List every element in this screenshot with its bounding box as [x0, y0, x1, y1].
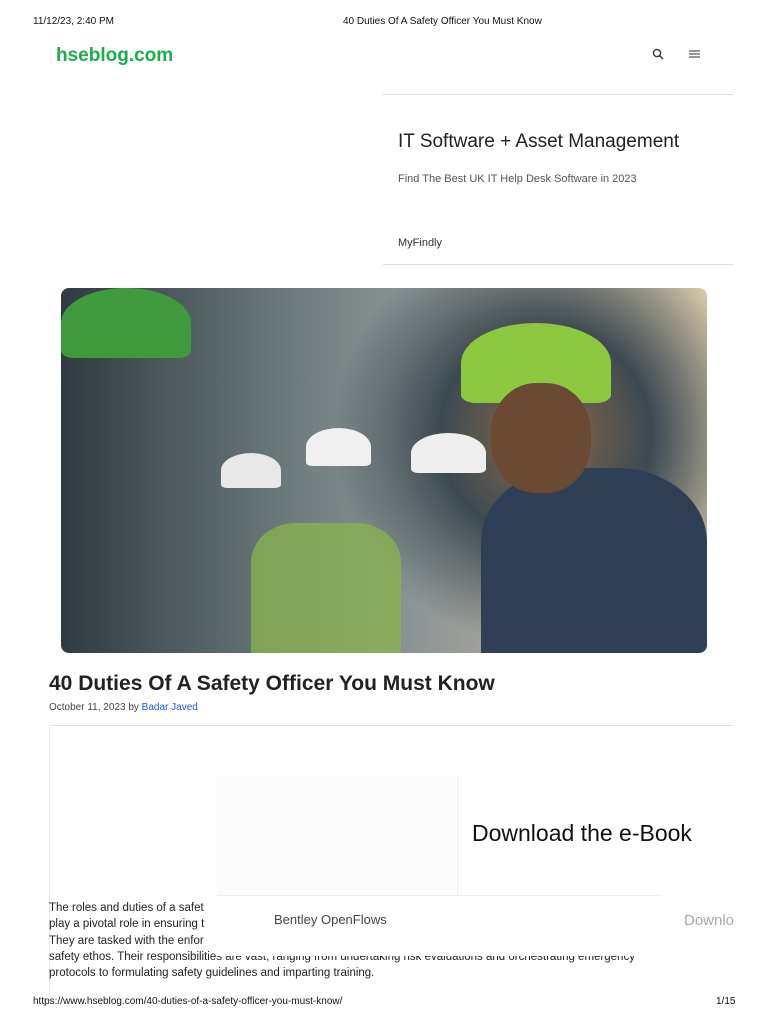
print-datetime: 11/12/23, 2:40 PM [33, 16, 114, 27]
ad-overlay-brand[interactable]: Bentley OpenFlows [274, 912, 387, 927]
hero-image [61, 288, 707, 653]
ad-divider [383, 94, 733, 95]
site-logo[interactable]: hseblog.com [56, 45, 173, 67]
menu-icon[interactable] [689, 47, 700, 63]
print-page-number: 1/15 [716, 996, 736, 1007]
print-page-title: 40 Duties Of A Safety Officer You Must K… [343, 16, 542, 27]
ad-overlay-divider [217, 895, 662, 896]
ad-brand[interactable]: MyFindly [398, 237, 442, 249]
ad-overlay-image[interactable] [217, 776, 458, 896]
ad-divider [383, 264, 733, 265]
byline-by: by [128, 702, 139, 713]
article-date: October 11, 2023 [49, 702, 126, 713]
ad-overlay-headline[interactable]: Download the e-Book [472, 820, 692, 847]
search-icon[interactable] [652, 47, 664, 63]
body-line: protocols to formulating safety guidelin… [49, 967, 375, 980]
print-url: https://www.hseblog.com/40-duties-of-a-s… [33, 996, 343, 1007]
ad-title[interactable]: IT Software + Asset Management [398, 131, 679, 153]
article-meta: October 11, 2023 by Badar Javed [49, 702, 198, 713]
ad-subtitle[interactable]: Find The Best UK IT Help Desk Software i… [398, 173, 637, 185]
ad-overlay-cta[interactable]: Downlo [684, 912, 734, 929]
article-title: 40 Duties Of A Safety Officer You Must K… [49, 672, 495, 695]
author-link[interactable]: Badar Javed [142, 702, 198, 713]
